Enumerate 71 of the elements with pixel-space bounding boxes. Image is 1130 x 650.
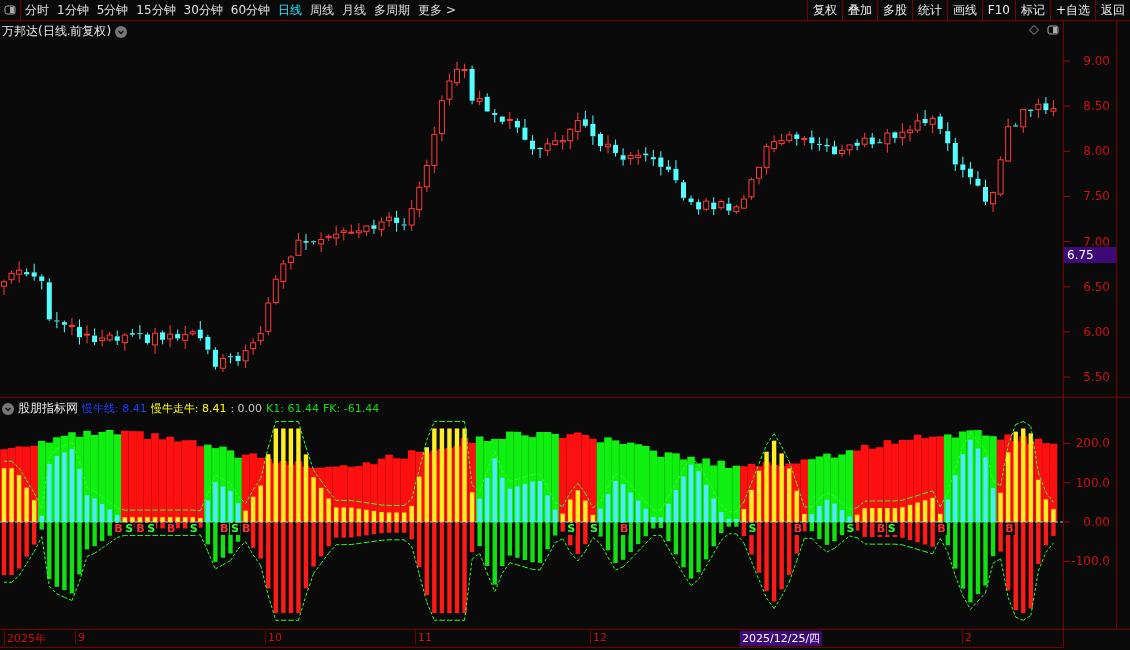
date-label: 10 [265,631,282,644]
toolbar-button[interactable]: 画线 [946,0,982,20]
indicator-name: 股朋指标网 [18,400,78,417]
indicator-tick-label: 0.00 [1083,515,1110,529]
price-tick-label: 7.00 [1083,234,1110,249]
period-tab[interactable]: 周线 [306,0,339,20]
price-tick-label: 7.50 [1083,189,1110,204]
signal-label: B [218,523,230,535]
price-marker: 6.75 [1064,247,1116,263]
signal-label: B [875,523,887,535]
date-label: 11 [415,631,432,644]
indicator-tick-label: -100.0 [1071,554,1110,569]
date-label: 9 [75,631,85,644]
period-tab[interactable]: 多周期 [370,0,415,20]
toolbar-button[interactable]: 复权 [806,0,842,20]
legend-value: : 0.00 [230,402,263,415]
legend-value: FK: -61.44 [323,402,380,415]
legend-value: 慢牛走牛: 8.41 [150,401,227,416]
toolbar-button[interactable]: F10 [981,0,1015,20]
period-tab[interactable]: 30分钟 [179,0,227,20]
indicator-tick-label: 100.0 [1075,475,1110,490]
indicator-tick-label: 200.0 [1075,436,1110,451]
legend-value: K1: 61.44 [266,402,319,415]
signal-label: B [1004,523,1015,535]
period-tab[interactable]: 60分钟 [226,0,275,20]
signal-label: B [240,523,252,535]
signal-label: S [124,523,135,535]
signal-label: S [566,523,577,535]
toolbar-button[interactable]: 叠加 [841,0,877,20]
signal-label: B [619,523,630,535]
period-tab[interactable]: 日线 [274,0,307,20]
period-tab[interactable]: 分时 [21,0,53,20]
price-tick-label: 9.00 [1083,54,1110,68]
period-tab[interactable]: 1分钟 [53,0,93,20]
toolbar-button[interactable]: 统计 [911,0,947,20]
price-tick-label: 8.00 [1083,144,1110,159]
signal-label: B [792,523,804,535]
signal-label: S [188,523,199,535]
legend-value: 慢牛线: 8.41 [82,401,147,416]
dropdown-icon[interactable] [115,25,128,38]
price-tick-label: 6.50 [1083,279,1110,294]
toolbar-button[interactable]: 返回 [1095,0,1130,20]
price-tick-label: 5.50 [1083,370,1110,385]
date-label: 2025年 [4,631,46,646]
signal-label: B [166,523,177,535]
signal-label: B [135,523,146,535]
signal-label: S [588,523,599,535]
panel-toggle-icon[interactable] [1047,24,1059,36]
diamond-icon[interactable] [1029,25,1039,35]
signal-label: S [886,523,897,535]
signal-label: S [747,523,758,535]
period-tab[interactable]: 更多 > [414,0,460,20]
chart-title: 万邦达(日线.前复权) [2,23,112,40]
period-tab[interactable]: 15分钟 [132,0,180,20]
date-label: 12 [590,631,607,644]
date-label: 2 [962,631,972,644]
period-tab[interactable]: 月线 [338,0,371,20]
price-tick-label: 6.00 [1083,324,1110,339]
signal-label: S [146,523,157,535]
toolbar-button[interactable]: 多股 [876,0,912,20]
cursor-date: 2025/12/25/四 [740,631,823,646]
signal-label: S [845,523,856,535]
period-tab[interactable]: 5分钟 [92,0,133,20]
toolbar-button[interactable]: 标记 [1014,0,1050,20]
signal-label: B [113,523,124,535]
panel-toggle-icon[interactable] [4,4,16,16]
signal-label: S [229,523,240,535]
toolbar-button[interactable]: +自选 [1049,0,1095,20]
signal-label: B [936,523,947,535]
dropdown-icon[interactable] [2,402,14,415]
price-tick-label: 8.50 [1083,99,1110,114]
